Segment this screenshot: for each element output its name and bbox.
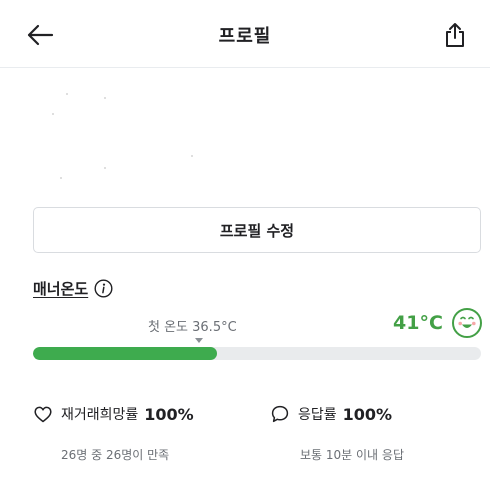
temperature-value: 41°C: [393, 312, 443, 334]
share-icon: [446, 23, 464, 47]
response-rate-sub: 보통 10분 이내 응답: [300, 448, 404, 462]
response-rate-value: 100%: [342, 404, 393, 424]
share-button[interactable]: [438, 18, 472, 52]
heart-icon: [33, 404, 53, 424]
profile-image-area: [0, 69, 490, 199]
page-title: 프로필: [218, 26, 272, 47]
smile-face-icon: [452, 308, 482, 338]
response-rate-stat: 응답률 100%: [270, 404, 392, 424]
rehire-rate-value: 100%: [144, 404, 194, 424]
faint-dot: [191, 155, 193, 157]
response-rate-label: 응답률: [298, 407, 337, 423]
faint-dot: [52, 113, 54, 115]
rehire-rate-sub: 26명 중 26명이 만족: [61, 448, 170, 462]
manner-temperature-bar: [33, 347, 481, 360]
info-icon[interactable]: [94, 279, 113, 298]
faint-dot: [60, 177, 62, 179]
rehire-rate-label: 재거래희망률: [61, 407, 139, 423]
edit-profile-button[interactable]: 프로필 수정: [33, 207, 481, 253]
manner-temperature-label[interactable]: 매너온도: [33, 278, 88, 299]
rehire-rate-stat: 재거래희망률 100%: [33, 404, 194, 424]
faint-dot: [104, 167, 106, 169]
first-temperature-marker: [195, 338, 203, 343]
header: 프로필: [0, 0, 490, 68]
faint-dot: [104, 97, 106, 99]
chat-bubble-icon: [270, 404, 290, 424]
faint-dot: [66, 93, 68, 95]
manner-temperature-header: 매너온도: [33, 278, 113, 299]
first-temperature-label: 첫 온도 36.5°C: [148, 320, 237, 335]
manner-temperature-bar-fill: [33, 347, 217, 360]
